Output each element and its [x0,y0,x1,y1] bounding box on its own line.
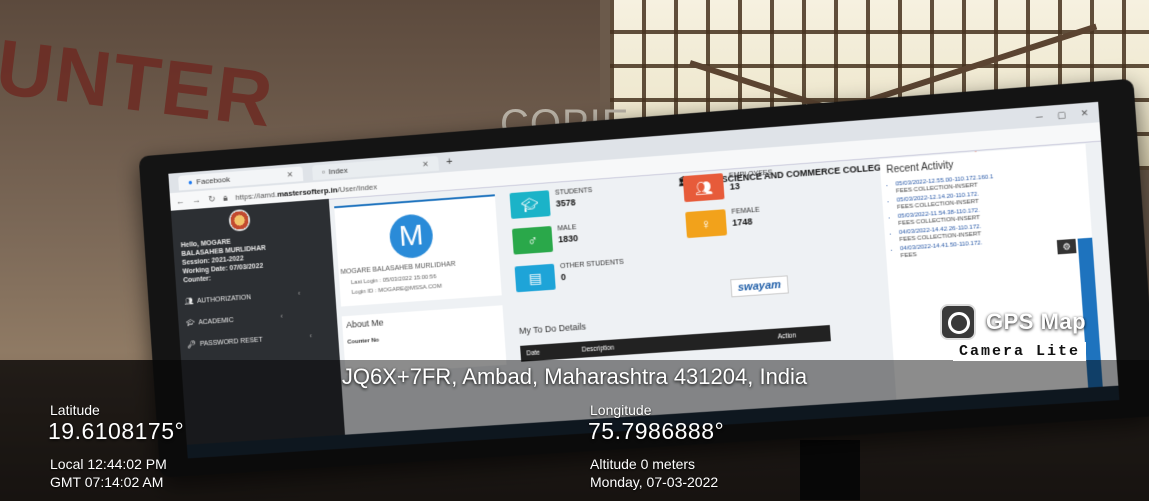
male-icon: ♂ [511,225,554,255]
stat-label: MALE [557,224,577,233]
todo-title: My To Do Details [518,321,587,336]
window-controls: ─ ▢ ✕ [1036,107,1089,122]
stat-male[interactable]: ♂ MALE 1830 [511,224,579,255]
stat-label: FEMALE [731,206,760,216]
chevron-left-icon: ‹ [280,313,284,321]
maximize-icon[interactable]: ▢ [1057,109,1067,121]
date: Monday, 07-03-2022 [590,474,719,490]
login-id: Login ID : MOGARE@MSSA.COM [351,283,443,296]
brand-title: GPS Map [986,309,1087,334]
page-icon: ▫ [321,167,326,177]
stat-other-students[interactable]: ▤ OTHER STUDENTS 0 [514,259,626,293]
tab-label: Index [328,165,348,176]
stat-students[interactable]: 🎓︎ STUDENTS 3578 [509,187,593,219]
new-tab-button[interactable]: + [446,156,453,168]
sidebar-item-academic[interactable]: 🎓︎ ACADEMIC ‹ [186,311,311,327]
altitude: Altitude 0 meters [590,456,696,472]
latitude-label: Latitude [50,402,100,418]
stat-female[interactable]: ♀ FEMALE 1748 [685,206,761,239]
reload-icon[interactable]: ↻ [208,193,216,204]
back-icon[interactable]: ← [176,196,185,206]
gmt-time: GMT 07:14:02 AM [50,474,164,490]
about-title: About Me [345,317,384,330]
avatar: M [388,212,435,260]
chevron-left-icon: ‹ [309,332,313,340]
sidebar-menu: 👥︎ AUTHORIZATION ‹ 🎓︎ ACADEMIC ‹ 🔑︎ PASS… [184,289,313,362]
graduation-cap-icon: 🎓︎ [509,190,551,219]
female-icon: ♀ [685,209,728,239]
local-time: Local 12:44:02 PM [50,456,167,472]
camera-lens-icon [940,304,976,340]
close-icon[interactable]: ✕ [422,159,429,168]
sidebar-item-label: AUTHORIZATION [196,293,252,305]
profile-name: MOGARE BALASAHEB MURLIDHAR [340,260,456,276]
stat-value: 1748 [731,216,753,228]
gear-icon[interactable]: ⚙ [1056,238,1077,255]
sidebar-item-label: PASSWORD RESET [199,336,263,348]
stat-value: 3578 [555,197,576,209]
stat-value: 0 [560,271,567,283]
gps-camera-brand: GPS Map Camera Lite [940,304,1087,361]
group-icon: 👥︎ [682,173,725,203]
users-icon: 👥︎ [184,298,194,306]
close-icon[interactable]: ✕ [1080,107,1089,119]
book-icon: ▤ [514,263,556,293]
longitude-label: Longitude [590,402,652,418]
key-icon: 🔑︎ [187,341,197,349]
brand-subtitle: Camera Lite [953,342,1087,361]
gps-address: JQ6X+7FR, Ambad, Maharashtra 431204, Ind… [341,364,808,389]
forward-icon[interactable]: → [192,195,201,205]
counter-no-label: Counter No [347,337,380,346]
latitude-value: 19.6108175° [48,418,185,444]
stat-value: 1830 [557,233,579,245]
facebook-icon: ● [187,177,193,187]
lock-icon: 🔒︎ [222,192,229,203]
college-logo [228,208,251,232]
minimize-icon[interactable]: ─ [1036,111,1043,123]
tab-label: Facebook [196,174,231,186]
stat-employees[interactable]: 👥︎ EMPLOYEES 13 [682,169,774,203]
stat-label: STUDENTS [554,186,593,197]
sidebar-item-authorization[interactable]: 👥︎ AUTHORIZATION ‹ [184,289,309,306]
longitude-value: 75.7986888° [588,418,725,444]
stat-value: 13 [729,180,741,192]
column-header: Description [581,344,615,354]
swayam-logo[interactable]: swayam [730,275,789,298]
column-header: Action [777,331,797,341]
column-header: Date [526,349,541,357]
brand-row: GPS Map [940,304,1086,340]
cap-icon: 🎓︎ [185,319,195,328]
sidebar-item-label: ACADEMIC [198,316,234,326]
close-icon[interactable]: ✕ [286,170,293,179]
sidebar-item-password-reset[interactable]: 🔑︎ PASSWORD RESET ‹ [187,332,313,349]
chevron-left-icon: ‹ [297,290,301,298]
user-info: Hello, MOGARE BALASAHEB MURLIDHAR Sessio… [181,235,268,285]
profile-card: M MOGARE BALASAHEB MURLIDHAR Last Login … [334,194,502,307]
